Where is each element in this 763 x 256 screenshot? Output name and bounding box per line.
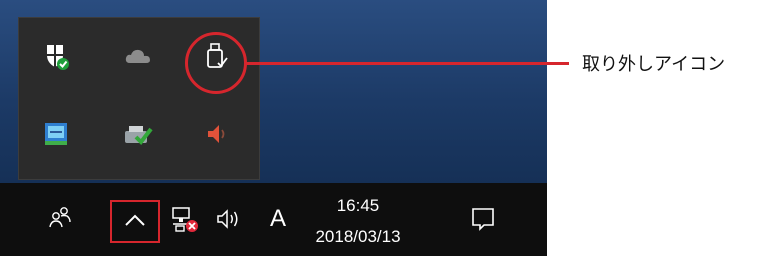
callout-highlight-circle — [185, 32, 247, 94]
onedrive-icon[interactable] — [118, 36, 158, 76]
taskbar: A — [0, 183, 547, 256]
printer-check-icon[interactable] — [118, 114, 158, 154]
taskbar-clock[interactable]: 16:45 2018/03/13 — [308, 195, 408, 249]
windows-defender-icon[interactable] — [36, 36, 76, 76]
callout-label: 取り外しアイコン — [582, 54, 726, 74]
action-center-icon[interactable] — [462, 197, 504, 241]
clock-date: 2018/03/13 — [315, 227, 401, 246]
network-disconnected-icon[interactable] — [165, 199, 205, 239]
volume-icon[interactable] — [209, 199, 249, 239]
speaker-icon[interactable] — [197, 114, 237, 154]
callout-highlight-box — [110, 200, 160, 243]
clock-time: 16:45 — [336, 196, 380, 215]
intel-graphics-icon[interactable] — [36, 114, 76, 154]
callout-leader-line — [246, 62, 569, 65]
ime-indicator[interactable]: A — [263, 197, 293, 241]
people-icon[interactable] — [38, 195, 82, 239]
desktop-background: A 16:45 2018/03/13 — [0, 0, 547, 256]
